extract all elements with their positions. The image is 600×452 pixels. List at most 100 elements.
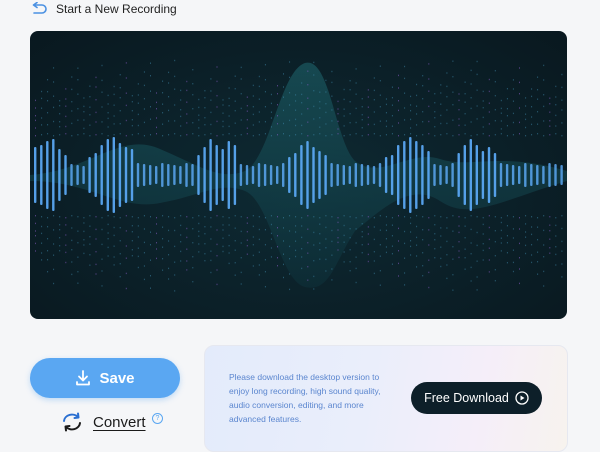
waveform-dot: [137, 94, 139, 96]
waveform-dot: [519, 121, 520, 124]
waveform-dot: [555, 125, 557, 127]
waveform-dot: [404, 230, 406, 233]
waveform-dot: [410, 110, 412, 112]
waveform-dot: [289, 92, 291, 94]
waveform-dot: [252, 106, 254, 108]
waveform-dot: [391, 263, 393, 265]
waveform-dot: [404, 284, 406, 286]
help-icon[interactable]: ?: [152, 413, 163, 424]
waveform-dot: [234, 274, 236, 276]
waveform-dot: [361, 231, 363, 233]
waveform-dot: [216, 80, 218, 83]
save-label: Save: [99, 369, 135, 387]
waveform-dot: [500, 217, 502, 219]
waveform-dot: [162, 258, 164, 260]
waveform-dot: [410, 118, 412, 121]
waveform-dot: [113, 216, 115, 218]
waveform-dot: [349, 237, 351, 239]
waveform-dot: [355, 93, 357, 95]
waveform-dot: [410, 222, 412, 225]
waveform-dot: [119, 253, 121, 255]
waveform-dot: [410, 240, 412, 242]
waveform-dot: [500, 221, 502, 224]
waveform-dot: [555, 96, 557, 98]
waveform-dot: [337, 217, 339, 219]
waveform-dot: [476, 289, 478, 291]
waveform-bar: [463, 145, 466, 205]
waveform-dot: [71, 88, 73, 91]
waveform-dot: [422, 121, 424, 123]
waveform-dot: [83, 127, 85, 130]
waveform-dot: [143, 265, 145, 267]
waveform-dot: [531, 216, 533, 218]
waveform-dot: [488, 238, 490, 241]
waveform-bar: [300, 145, 303, 205]
waveform-dot: [252, 124, 254, 126]
waveform-bar: [312, 147, 315, 203]
waveform-dot: [458, 99, 460, 102]
waveform-dot: [252, 225, 254, 228]
convert-button[interactable]: Convert: [61, 412, 146, 432]
waveform-dot: [301, 267, 303, 270]
waveform-dot: [343, 135, 345, 137]
waveform-dot: [125, 215, 127, 217]
waveform-dot: [150, 75, 151, 77]
save-button[interactable]: Save: [30, 358, 180, 398]
start-new-recording-label: Start a New Recording: [56, 2, 177, 16]
waveform-dot: [331, 120, 333, 122]
waveform-dot: [71, 261, 73, 263]
waveform-dot: [252, 215, 254, 217]
waveform-dot: [258, 98, 260, 100]
waveform-dot: [150, 106, 151, 108]
waveform-dot: [228, 262, 230, 265]
waveform-dot: [537, 273, 539, 275]
waveform-bar: [336, 164, 339, 186]
waveform-bar: [390, 155, 394, 195]
waveform-dot: [488, 123, 490, 125]
waveform-dot: [180, 125, 182, 127]
waveform-dot: [355, 242, 357, 244]
waveform-dot: [464, 93, 466, 95]
waveform-dot: [361, 215, 363, 217]
waveform-dot: [77, 119, 79, 121]
waveform-dot: [410, 104, 412, 106]
waveform-dot: [506, 235, 508, 237]
waveform-dot: [65, 98, 67, 100]
waveform-dot: [337, 108, 339, 110]
waveform-dot: [198, 251, 200, 253]
waveform-dot: [186, 101, 188, 103]
waveform-dot: [561, 250, 563, 252]
waveform-dot: [379, 244, 381, 246]
waveform-dot: [391, 125, 393, 127]
waveform-dot: [270, 247, 272, 249]
waveform-dot: [113, 115, 115, 117]
waveform-dot: [168, 229, 170, 232]
waveform-dot: [470, 242, 472, 244]
waveform-dot: [458, 256, 460, 259]
waveform-dot: [258, 251, 260, 253]
waveform-dot: [156, 257, 157, 260]
waveform-dot: [434, 257, 436, 259]
waveform-dot: [198, 106, 200, 109]
waveform-dot: [313, 244, 315, 246]
waveform-dot: [119, 74, 121, 76]
start-new-recording-link[interactable]: Start a New Recording: [30, 2, 177, 16]
waveform-dot: [198, 243, 200, 245]
waveform-dot: [476, 134, 478, 136]
waveform-dot: [180, 109, 182, 111]
waveform-dot: [216, 269, 218, 271]
waveform-dot: [174, 59, 176, 62]
waveform-dot: [252, 84, 254, 87]
waveform-dot: [156, 92, 157, 94]
waveform-dot: [95, 216, 97, 218]
waveform-dot: [343, 241, 345, 243]
waveform-dot: [270, 93, 272, 96]
waveform-bar: [227, 141, 230, 209]
free-download-button[interactable]: Free Download: [411, 382, 542, 414]
waveform-dot: [561, 73, 563, 76]
waveform-dot: [131, 110, 133, 112]
waveform-dot: [446, 254, 448, 256]
waveform-dot: [506, 225, 508, 227]
waveform-dot: [47, 250, 49, 252]
waveform-dot: [337, 100, 339, 103]
